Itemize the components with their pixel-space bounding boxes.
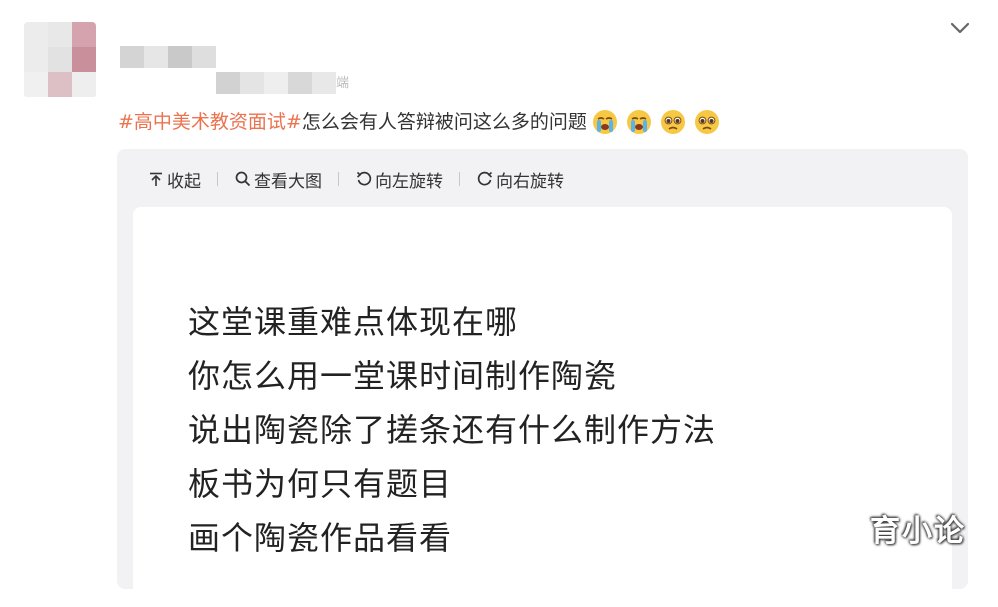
- collapse-button[interactable]: 收起: [147, 167, 201, 192]
- question-line: 板书为何只有题目: [188, 465, 453, 503]
- post-body: 怎么会有人答辩被问这么多的问题: [301, 111, 587, 133]
- view-large-label: 查看大图: [254, 171, 322, 192]
- question-line: 画个陶瓷作品看看: [188, 519, 453, 557]
- post-meta-pixelated: [216, 72, 336, 94]
- pleading-face-icon: [694, 110, 719, 134]
- question-line: 你怎么用一堂课时间制作陶瓷: [188, 357, 618, 395]
- rotate-right-button[interactable]: 向右旋转: [476, 167, 564, 192]
- toolbar-divider: [338, 172, 339, 186]
- search-icon: [235, 171, 251, 187]
- watermark: 育小论: [870, 514, 966, 549]
- image-toolbar: 收起 查看大图 向左旋转 向右旋转: [147, 165, 564, 193]
- username-pixelated[interactable]: [120, 46, 216, 68]
- media-card: 收起 查看大图 向左旋转 向右旋转 这堂课重难点体现在哪 你怎么用一堂课时间制作…: [117, 149, 968, 607]
- rotate-left-label: 向左旋转: [375, 171, 443, 192]
- chevron-down-icon[interactable]: [946, 14, 974, 42]
- toolbar-divider: [217, 172, 218, 186]
- view-large-button[interactable]: 查看大图: [234, 167, 322, 192]
- collapse-label: 收起: [167, 171, 201, 192]
- topic-link[interactable]: #高中美术教资面试#: [118, 107, 302, 137]
- crying-face-icon: [592, 110, 617, 134]
- rotate-left-button[interactable]: 向左旋转: [355, 167, 443, 192]
- post-image[interactable]: 这堂课重难点体现在哪 你怎么用一堂课时间制作陶瓷 说出陶瓷除了搓条还有什么制作方…: [133, 207, 952, 607]
- question-line: 这堂课重难点体现在哪: [188, 303, 519, 341]
- pleading-face-icon: [660, 110, 685, 134]
- toolbar-divider: [459, 172, 460, 186]
- rotate-left-icon: [356, 171, 372, 186]
- avatar[interactable]: [24, 22, 96, 98]
- question-line: 说出陶瓷除了搓条还有什么制作方法: [188, 411, 717, 449]
- crying-face-icon: [626, 110, 651, 134]
- post-text: #高中美术教资面试# 怎么会有人答辩被问这么多的问题: [118, 107, 721, 137]
- collapse-icon: [150, 172, 162, 186]
- question-list: 这堂课重难点体现在哪 你怎么用一堂课时间制作陶瓷 说出陶瓷除了搓条还有什么制作方…: [188, 295, 716, 565]
- rotate-right-label: 向右旋转: [496, 171, 564, 192]
- post-source-suffix: 端: [336, 76, 350, 91]
- rotate-right-icon: [477, 171, 493, 186]
